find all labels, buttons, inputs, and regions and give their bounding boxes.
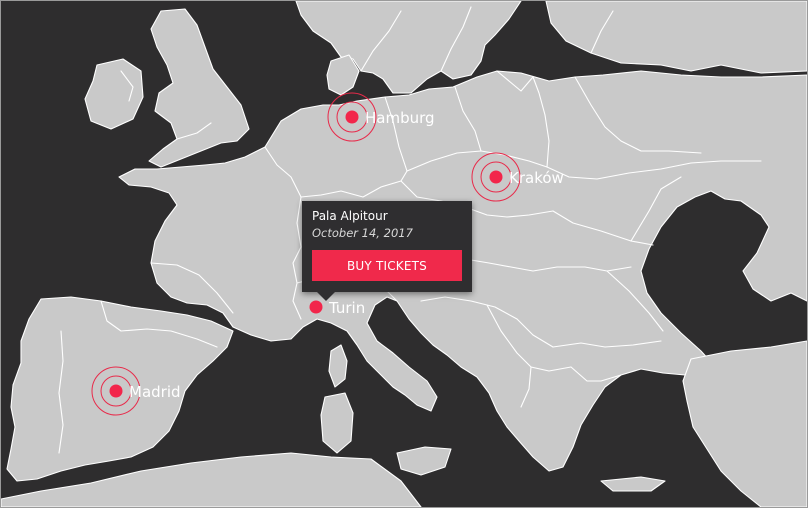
marker-label[interactable]: Kraków: [509, 169, 564, 187]
event-popup: Pala Alpitour October 14, 2017 BUY TICKE…: [302, 201, 472, 301]
land-ireland: [84, 58, 144, 130]
marker-dot[interactable]: [109, 384, 123, 398]
marker-label[interactable]: Turin: [328, 299, 365, 317]
land-sicily: [396, 446, 452, 476]
buy-tickets-button[interactable]: BUY TICKETS: [312, 250, 462, 281]
marker-dot[interactable]: [345, 110, 359, 124]
land-crete: [600, 476, 666, 492]
land-finland: [545, 1, 807, 74]
land-sardinia: [320, 392, 354, 454]
marker-dot[interactable]: [309, 300, 323, 314]
marker-label[interactable]: Hamburg: [365, 109, 435, 127]
event-map[interactable]: Hamburg Kraków Turin Madrid Pala Alpitou…: [0, 0, 808, 508]
marker-label[interactable]: Madrid: [129, 383, 181, 401]
land-turkey: [682, 340, 807, 507]
venue-name: Pala Alpitour: [312, 209, 388, 223]
land-great-britain: [148, 8, 250, 168]
marker-dot[interactable]: [489, 170, 503, 184]
event-date: October 14, 2017: [312, 226, 413, 240]
land-corsica: [328, 344, 348, 388]
